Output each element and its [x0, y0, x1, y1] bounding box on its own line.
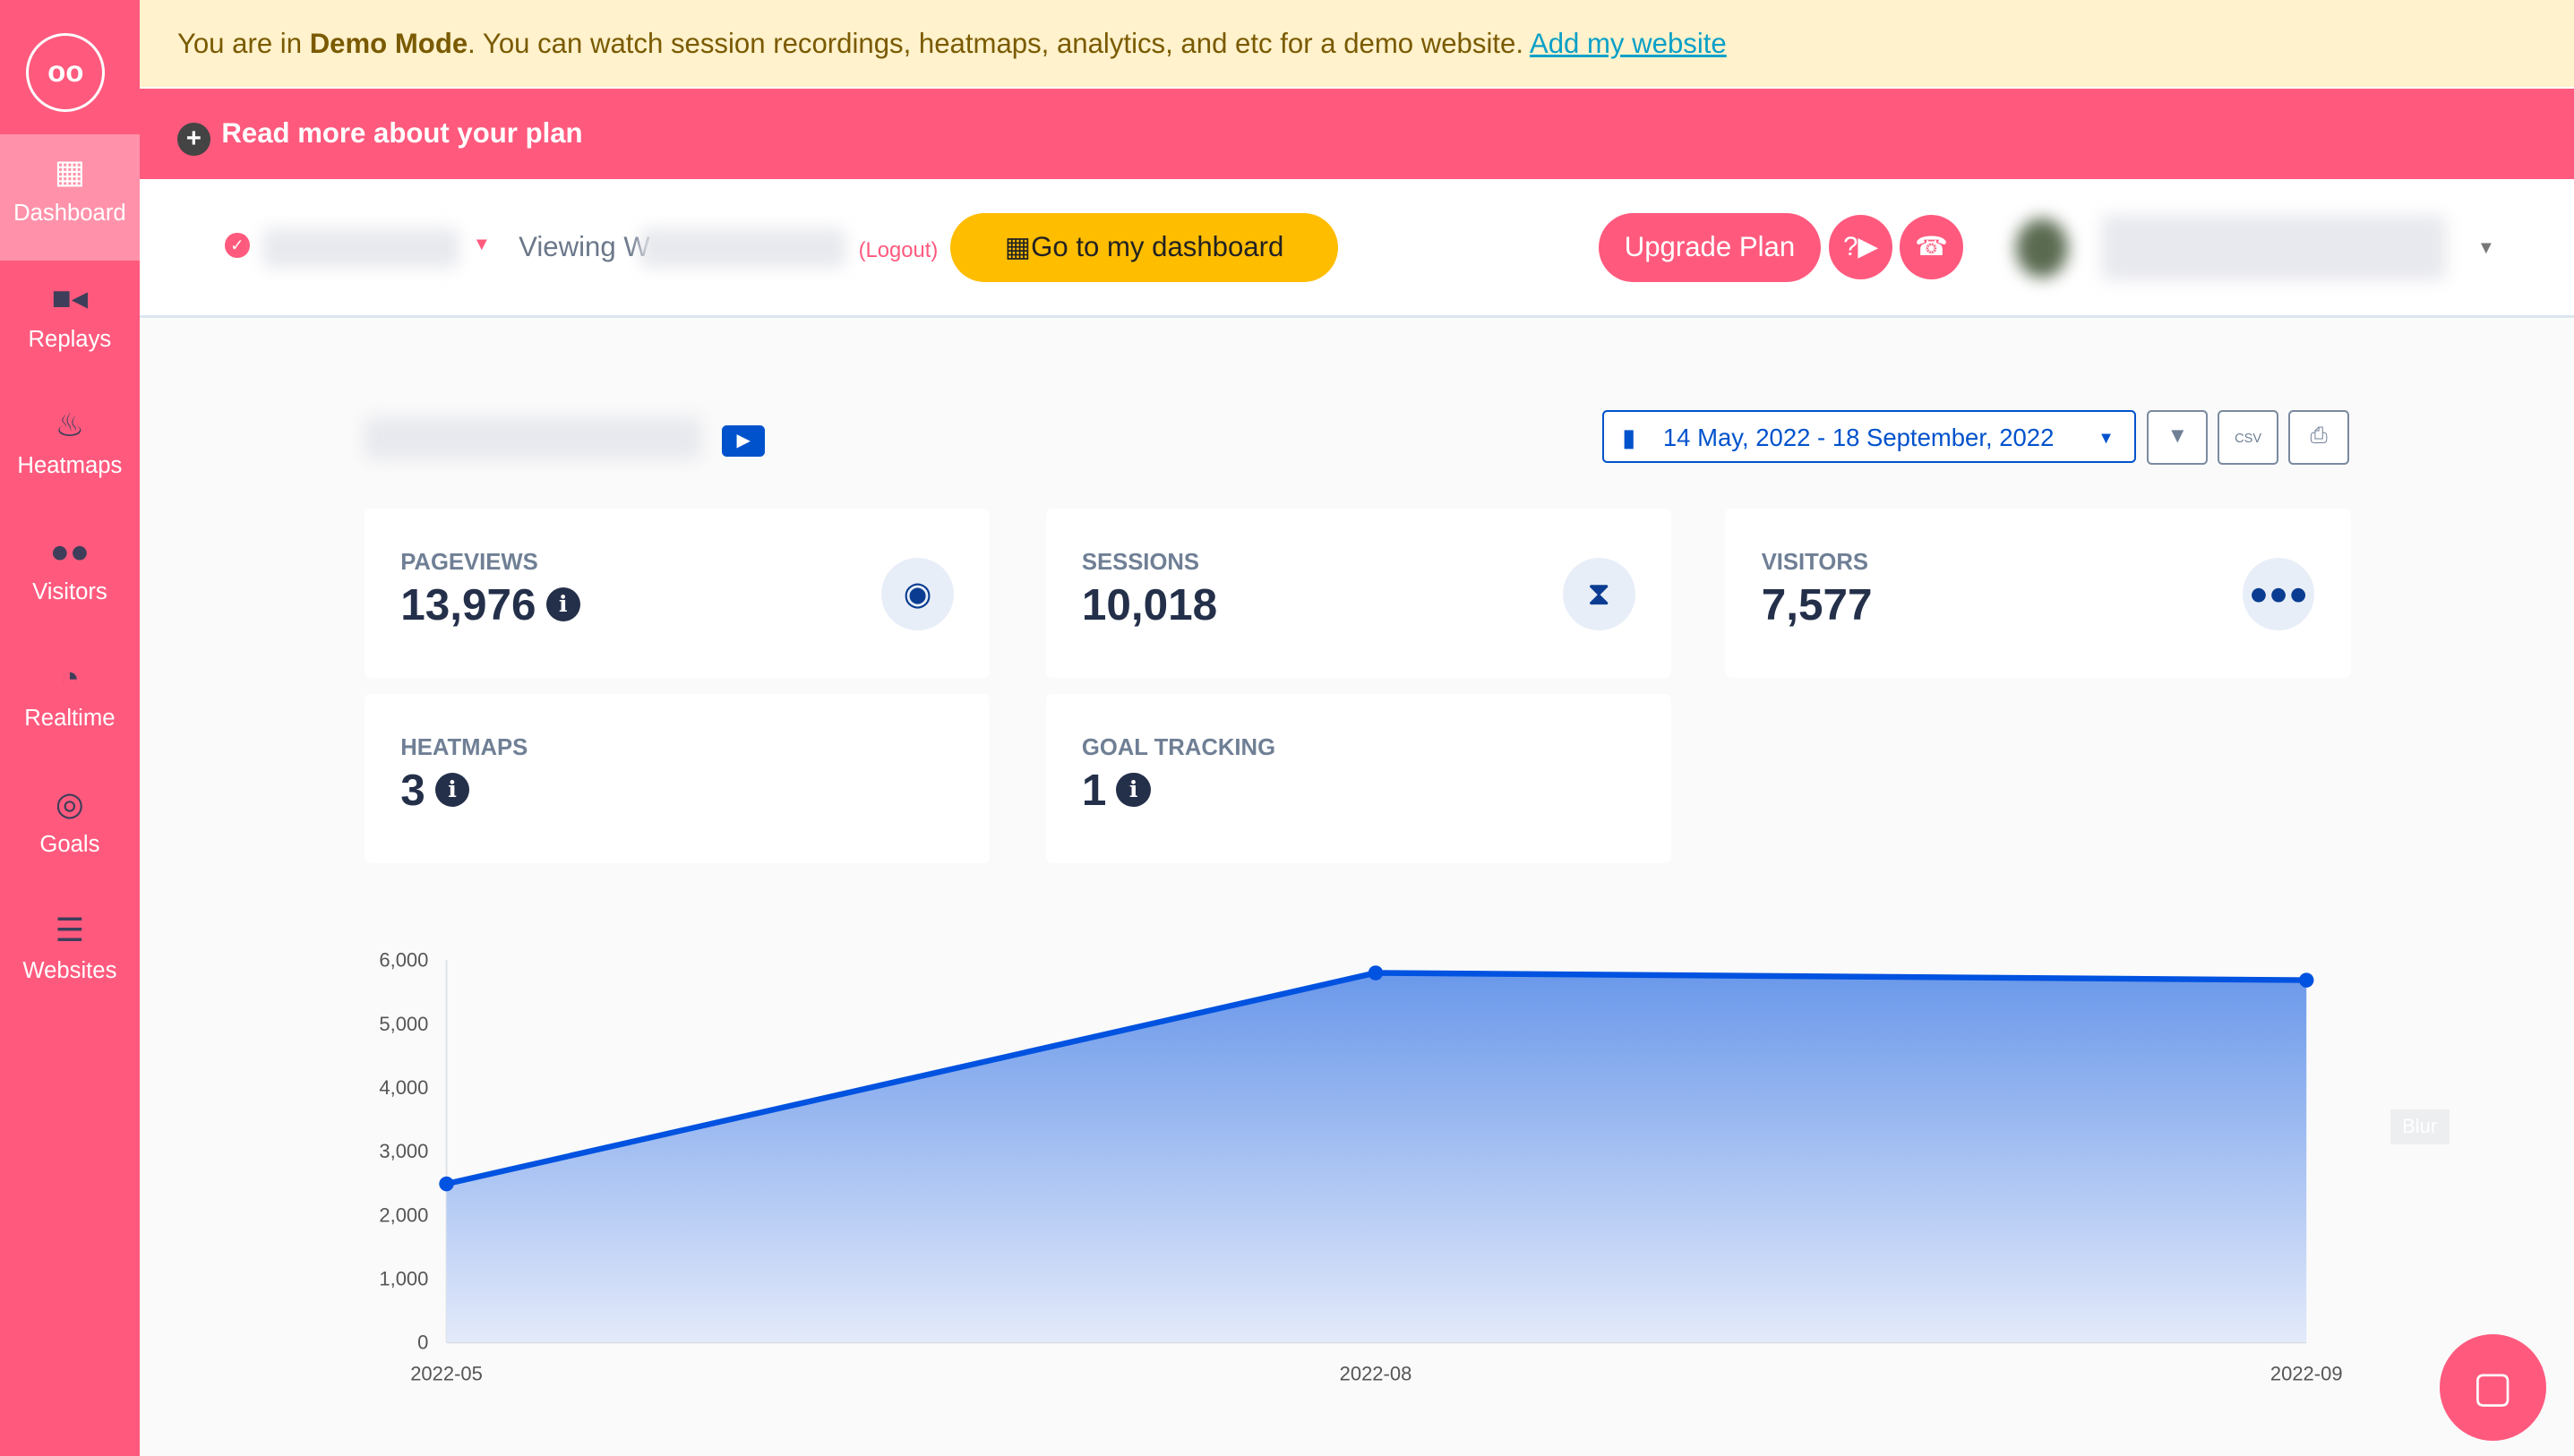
data-point	[439, 1176, 454, 1192]
y-tick-label: 6,000	[379, 949, 428, 972]
x-tick-label: 2022-09	[2270, 1362, 2343, 1384]
pageviews-chart: 0 1,000 2,000 3,000 4,000 5,000 6,000 2022-05 20…	[379, 949, 2343, 1385]
y-tick-label: 2,000	[379, 1203, 428, 1226]
blur-toggle[interactable]: Blur	[2390, 1109, 2450, 1144]
y-tick-label: 0	[417, 1332, 428, 1354]
x-tick-label: 2022-05	[410, 1362, 483, 1384]
chat-icon: ▢	[2472, 1364, 2513, 1412]
y-tick-label: 1,000	[379, 1267, 428, 1289]
y-tick-label: 5,000	[379, 1013, 428, 1035]
x-tick-label: 2022-08	[1340, 1362, 1412, 1384]
chat-button[interactable]: ▢	[2439, 1334, 2546, 1442]
area-fill	[446, 972, 2307, 1343]
data-point	[1368, 965, 1384, 981]
y-tick-label: 3,000	[379, 1140, 428, 1162]
data-point	[2298, 972, 2314, 988]
y-tick-label: 4,000	[379, 1076, 428, 1099]
